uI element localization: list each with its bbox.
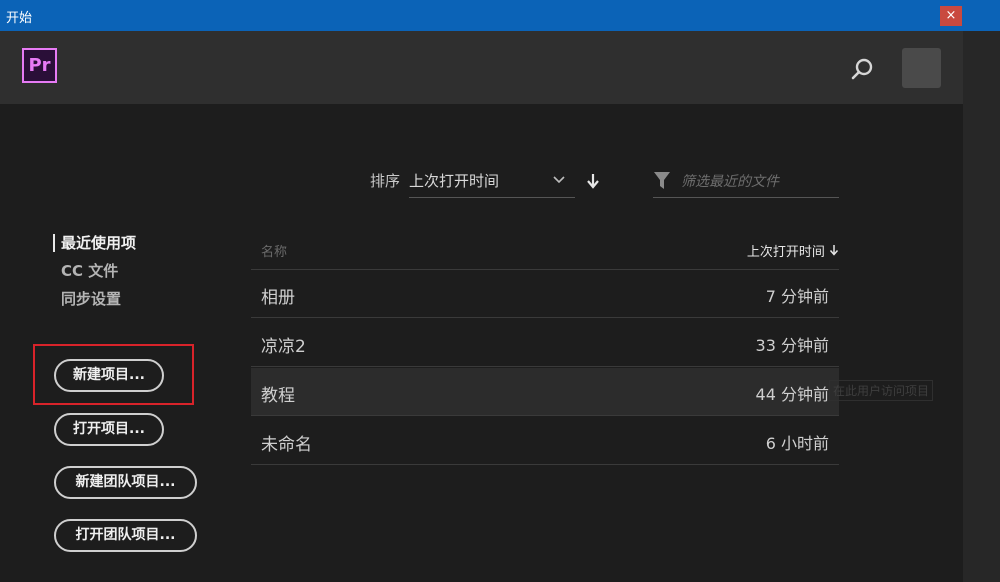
file-name: 凉凉2: [261, 337, 306, 357]
chevron-down-icon: [552, 172, 566, 191]
new-project-button[interactable]: 新建项目...: [54, 359, 164, 392]
new-team-project-button[interactable]: 新建团队项目...: [54, 466, 197, 499]
search-icon[interactable]: [850, 56, 876, 82]
table-header: 名称 上次打开时间: [251, 231, 839, 270]
app-header: [0, 31, 963, 104]
open-project-button[interactable]: 打开项目...: [54, 413, 164, 446]
avatar[interactable]: [902, 48, 941, 88]
file-name: 未命名: [261, 435, 312, 455]
close-button[interactable]: ×: [940, 6, 962, 26]
filter-field[interactable]: [653, 166, 841, 198]
window-titlebar: 开始 ×: [0, 0, 1000, 31]
sort-label: 排序: [370, 172, 401, 190]
filter-input[interactable]: [679, 169, 841, 195]
table-row[interactable]: 相册 7 分钟前: [251, 270, 839, 318]
table-row[interactable]: 未命名 6 小时前: [251, 417, 839, 465]
sidebar-item-recent[interactable]: 最近使用项: [61, 232, 136, 253]
open-team-project-button[interactable]: 打开团队项目...: [54, 519, 197, 552]
sort-dropdown[interactable]: 上次打开时间: [409, 166, 575, 198]
premiere-logo: Pr: [22, 48, 57, 83]
arrow-down-icon: [585, 174, 601, 194]
file-last-opened: 7 分钟前: [765, 287, 829, 306]
filter-icon: [653, 171, 671, 195]
tooltip: 在此用户访问项目: [829, 380, 934, 401]
sort-value: 上次打开时间: [409, 172, 500, 190]
file-name: 教程: [261, 386, 295, 406]
file-last-opened: 6 小时前: [765, 434, 829, 453]
column-header-last-opened-label: 上次打开时间: [746, 245, 825, 260]
window-title: 开始: [6, 11, 33, 26]
sidebar-item-cc-files[interactable]: CC 文件: [61, 260, 118, 281]
file-last-opened: 44 分钟前: [755, 385, 829, 404]
column-header-name[interactable]: 名称: [261, 241, 287, 260]
table-row[interactable]: 凉凉2 33 分钟前: [251, 319, 839, 367]
active-indicator: [53, 234, 55, 252]
column-header-last-opened[interactable]: 上次打开时间: [747, 241, 839, 260]
table-row[interactable]: 教程 44 分钟前: [251, 368, 839, 416]
file-last-opened: 33 分钟前: [755, 336, 829, 355]
sort-direction-button[interactable]: [585, 172, 601, 194]
arrow-down-icon: [829, 245, 839, 260]
sidebar-item-sync-settings[interactable]: 同步设置: [61, 288, 121, 309]
background-strip: [963, 31, 1000, 582]
file-name: 相册: [261, 288, 295, 308]
